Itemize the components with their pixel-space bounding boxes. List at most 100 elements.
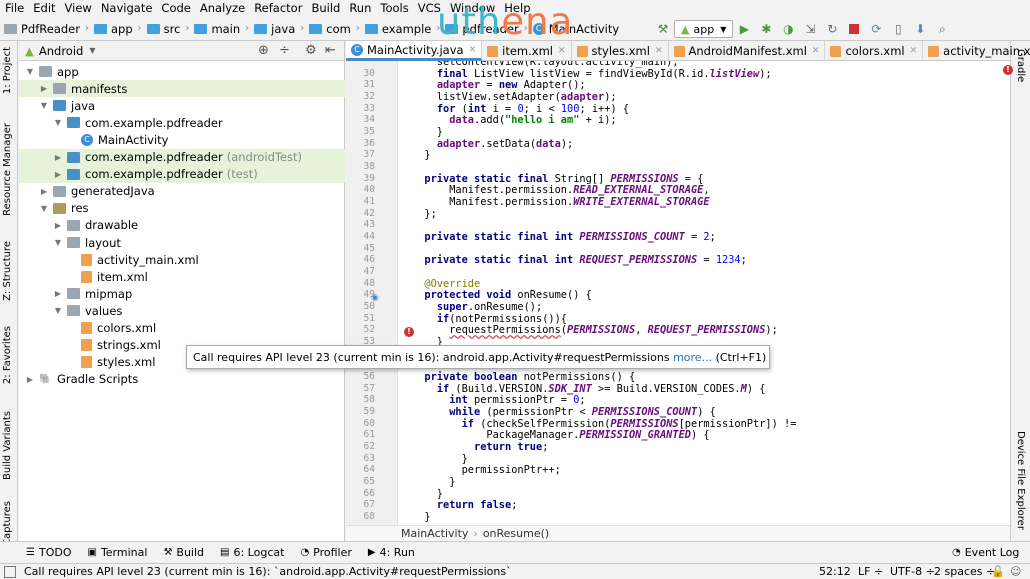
breadcrumb-item[interactable]: com [309,22,351,36]
tree-item[interactable]: ▼ java [19,97,345,114]
menu-item-refactor[interactable]: Refactor [249,0,306,17]
tree-item[interactable]: ▼ layout [19,234,345,251]
code-editor[interactable]: setContentView(R.layout.activity_main); … [398,61,1010,525]
expanded-arrow-icon[interactable]: ▼ [53,306,63,315]
avd-manager-icon[interactable]: ▯ [890,21,906,37]
tree-item[interactable]: item.xml [19,268,345,285]
menu-item-view[interactable]: View [60,0,96,17]
bottom-tab-4-run[interactable]: ▶ 4: Run [368,546,415,559]
apply-changes-icon[interactable]: ↻ [824,21,840,37]
tree-item[interactable]: ▼ com.example.pdfreader [19,114,345,131]
editor-tab[interactable]: C MainActivity.java ✕ [346,41,483,61]
caret-position[interactable]: 52:12 [819,565,851,578]
device-file-explorer-tab[interactable]: Device File Explorer [1015,431,1026,530]
collapse-icon[interactable]: ÷ [279,43,290,58]
menu-item-code[interactable]: Code [156,0,194,17]
editor-tab[interactable]: item.xml ✕ [482,41,572,61]
collapsed-arrow-icon[interactable]: ▶ [39,84,49,93]
menu-item-analyze[interactable]: Analyze [195,0,249,17]
breadcrumb-class[interactable]: MainActivity [401,527,468,540]
tooltip-more-link[interactable]: more... [673,351,712,364]
line-separator[interactable]: LF ÷ [858,565,883,578]
tree-item[interactable]: activity_main.xml [19,251,345,268]
stop-icon[interactable] [846,21,862,37]
bottom-tab-build[interactable]: ⚒ Build [163,546,204,559]
inspector-icon[interactable]: ☺ [1010,565,1021,578]
expanded-arrow-icon[interactable]: ▼ [53,238,63,247]
build-variants-tab[interactable]: Build Variants [2,411,13,480]
tree-item[interactable]: ▶ generatedJava [19,183,345,200]
collapsed-arrow-icon[interactable]: ▶ [53,170,63,179]
lock-icon[interactable]: 🔓 [991,565,1005,578]
captures-tab[interactable]: Captures [2,501,13,546]
hide-icon[interactable]: ⇤ [325,43,336,58]
indent-setting[interactable]: 2 spaces ÷ [934,565,995,578]
expanded-arrow-icon[interactable]: ▼ [39,204,49,213]
structure-tab[interactable]: Z: Structure [2,241,13,301]
tree-item[interactable]: ▶ com.example.pdfreader (androidTest) [19,148,345,166]
menu-item-file[interactable]: File [0,0,28,17]
collapsed-arrow-icon[interactable]: ▶ [39,187,49,196]
sdk-manager-icon[interactable]: ⬇ [912,21,928,37]
hammer-icon[interactable]: ⚒ [655,21,671,37]
bottom-tab-terminal[interactable]: ▣ Terminal [87,546,147,559]
editor-tab[interactable]: colors.xml ✕ [825,41,924,61]
editor-tab[interactable]: styles.xml ✕ [572,41,669,61]
breadcrumb-item[interactable]: main [194,22,240,36]
breadcrumb-method[interactable]: onResume() [483,527,549,540]
toggle-tool-windows-icon[interactable] [4,565,16,578]
search-icon[interactable]: ⌕ [934,21,950,37]
project-tool-tab[interactable]: 1: Project [2,47,13,94]
menu-item-run[interactable]: Run [344,0,375,17]
attach-debugger-icon[interactable]: ⇲ [802,21,818,37]
locate-icon[interactable]: ⊕ [258,43,269,58]
project-view-select[interactable]: Android [39,44,83,58]
expanded-arrow-icon[interactable]: ▼ [53,118,63,127]
sync-gradle-icon[interactable]: ⟳ [868,21,884,37]
close-icon[interactable]: ✕ [812,46,820,56]
close-icon[interactable]: ✕ [469,45,477,55]
editor-tab[interactable]: activity_main.xml✕ [923,41,1030,61]
file-encoding[interactable]: UTF-8 ÷ [890,565,935,578]
tree-item[interactable]: ▶ 🐘 Gradle Scripts [19,371,345,388]
resource-manager-tab[interactable]: Resource Manager [2,123,13,216]
favorites-tab[interactable]: 2: Favorites [2,326,13,384]
debug-icon[interactable]: ✱ [758,21,774,37]
bottom-tab-todo[interactable]: ☰ TODO [26,546,71,559]
gear-icon[interactable]: ⚙ [305,43,317,58]
collapsed-arrow-icon[interactable]: ▶ [53,289,63,298]
editor-tab[interactable]: AndroidManifest.xml ✕ [669,41,826,61]
tree-item[interactable]: C MainActivity [19,131,345,148]
breadcrumb-item[interactable]: example [364,22,431,36]
tree-item[interactable]: ▼ app [19,63,345,80]
error-stripe-icon[interactable]: ! [1003,65,1013,75]
tree-item[interactable]: ▼ values [19,302,345,319]
tree-item[interactable]: colors.xml [19,320,345,337]
event-log-tab[interactable]: ◔ Event Log [952,546,1019,559]
override-marker-icon[interactable]: ◉ [371,293,379,303]
breadcrumb-item[interactable]: app [93,22,133,36]
tree-item[interactable]: ▼ res [19,200,345,217]
breadcrumb-item[interactable]: src [146,22,180,36]
close-icon[interactable]: ✕ [558,46,566,56]
chevron-down-icon[interactable]: ▼ [89,46,95,55]
close-icon[interactable]: ✕ [655,46,663,56]
tree-item[interactable]: ▶ mipmap [19,285,345,302]
menu-item-build[interactable]: Build [306,0,344,17]
profile-icon[interactable]: ◑ [780,21,796,37]
tree-item[interactable]: ▶ manifests [19,80,345,98]
breadcrumb-item[interactable]: java [254,22,295,36]
error-gutter-icon[interactable]: ! [404,327,414,337]
collapsed-arrow-icon[interactable]: ▶ [25,375,35,384]
tree-item[interactable]: ▶ drawable [19,217,345,234]
bottom-tab-profiler[interactable]: ◔ Profiler [300,546,351,559]
tree-item[interactable]: ▶ com.example.pdfreader (test) [19,165,345,183]
menu-item-edit[interactable]: Edit [28,0,59,17]
menu-item-navigate[interactable]: Navigate [96,0,157,17]
menu-item-tools[interactable]: Tools [375,0,412,17]
bottom-tab-6-logcat[interactable]: ▤ 6: Logcat [220,546,284,559]
expanded-arrow-icon[interactable]: ▼ [25,67,35,76]
breadcrumb-item[interactable]: PdfReader [4,22,80,36]
close-icon[interactable]: ✕ [910,46,918,56]
collapsed-arrow-icon[interactable]: ▶ [53,221,63,230]
